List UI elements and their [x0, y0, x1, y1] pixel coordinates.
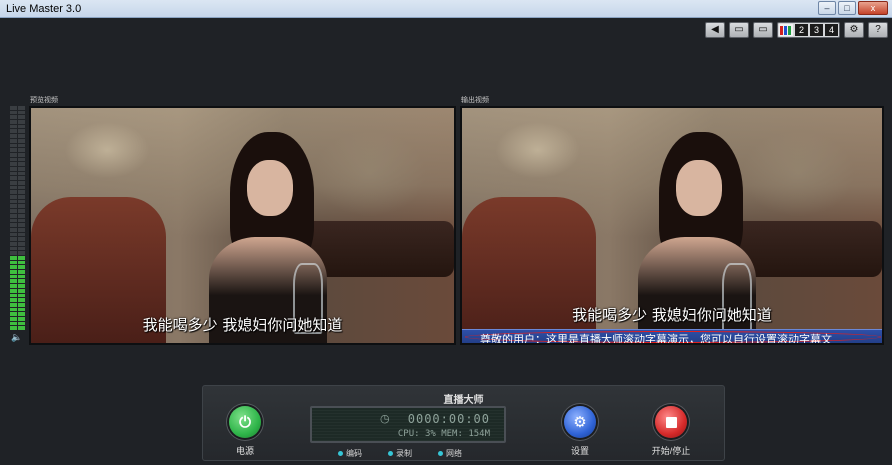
power-label: 电源	[235, 446, 254, 456]
status-display: ◷ 0000:00:00 CPU: 3% MEM: 154M	[310, 406, 506, 443]
settings-label: 设置	[570, 446, 589, 456]
gear-icon: ⚙	[573, 414, 587, 431]
status-dot-icon	[388, 451, 393, 456]
preview-subtitle: 我能喝多少 我媳妇你问她知道	[142, 316, 343, 334]
output-subtitle: 我能喝多少 我媳妇你问她知道	[572, 306, 772, 324]
preview-label: 预览视频	[30, 97, 58, 104]
audio-level-meter	[10, 106, 27, 330]
top-toolbar: ◀ ▭ ▭ 2 3 4 ⚙ ?	[705, 22, 888, 38]
status-dot-icon	[438, 451, 443, 456]
elapsed-time: 0000:00:00	[407, 412, 490, 426]
stop-icon	[665, 416, 677, 428]
window-controls: – □ x	[818, 1, 888, 15]
power-icon: ⏻	[239, 413, 251, 431]
channel-2-button[interactable]: 2	[795, 24, 808, 36]
start-stop-label: 开始/停止	[651, 446, 691, 456]
clock-icon: ◷	[380, 413, 390, 425]
power-button[interactable]: ⏻	[229, 406, 261, 438]
status-dot-icon	[338, 451, 343, 456]
output-label: 输出视频	[461, 97, 489, 104]
window-title: Live Master 3.0	[6, 3, 82, 15]
status-indicators: 编码 录制 网络	[338, 448, 462, 459]
output-video[interactable]: 我能喝多少 我媳妇你问她知道 尊敬的用户：这里是直播大师滚动字幕演示，您可以自行…	[460, 106, 884, 345]
maximize-button[interactable]: □	[838, 1, 856, 15]
mute-button[interactable]: ◀	[705, 22, 725, 38]
channel-selector: 2 3 4	[777, 22, 840, 38]
panel-title: 直播大师	[443, 395, 484, 406]
output-monitor-button[interactable]: ▭	[753, 22, 773, 38]
screen-icon: ▭	[758, 24, 768, 35]
ticker-text: 尊敬的用户：这里是直播大师滚动字幕演示，您可以自行设置滚动字幕文	[480, 333, 832, 343]
monitor-icon: ▭	[734, 24, 744, 35]
indicator-encode: 编码	[338, 448, 362, 459]
settings-button[interactable]: ⚙	[844, 22, 864, 38]
settings-round-button[interactable]: ⚙	[564, 406, 596, 438]
app-window: Live Master 3.0 – □ x ◀ ▭ ▭ 2 3 4 ⚙ ? 预览…	[0, 0, 892, 465]
help-button[interactable]: ?	[868, 22, 888, 38]
gear-icon: ⚙	[849, 24, 859, 35]
preview-scene	[31, 108, 454, 343]
vu-left-channel	[10, 106, 17, 330]
scrolling-ticker: 尊敬的用户：这里是直播大师滚动字幕演示，您可以自行设置滚动字幕文	[462, 329, 882, 343]
vu-right-channel	[18, 106, 25, 330]
control-panel: 直播大师 ⏻ 电源 ◷ 0000:00:00 CPU: 3% MEM: 154M…	[202, 385, 725, 461]
title-bar[interactable]: Live Master 3.0 – □ x	[0, 0, 892, 18]
channel-bars-icon[interactable]	[779, 24, 793, 36]
volume-icon[interactable]: 🔈	[11, 332, 22, 343]
indicator-record: 录制	[388, 448, 412, 459]
channel-4-button[interactable]: 4	[825, 24, 838, 36]
start-stop-button[interactable]	[655, 406, 687, 438]
preview-video[interactable]: 我能喝多少 我媳妇你问她知道	[29, 106, 456, 345]
preview-monitor-button[interactable]: ▭	[729, 22, 749, 38]
speaker-icon: ◀	[711, 24, 719, 35]
help-icon: ?	[875, 24, 881, 35]
minimize-button[interactable]: –	[818, 1, 836, 15]
channel-3-button[interactable]: 3	[810, 24, 823, 36]
cpu-mem-readout: CPU: 3% MEM: 154M	[397, 429, 490, 439]
indicator-network: 网络	[438, 448, 462, 459]
close-button[interactable]: x	[858, 1, 888, 15]
